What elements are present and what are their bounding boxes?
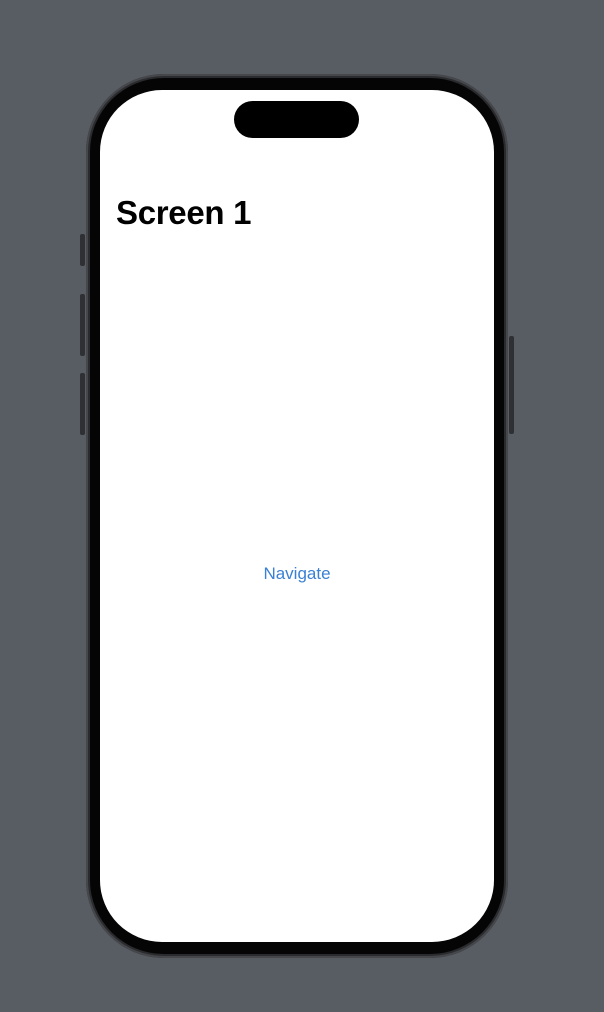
volume-up-button[interactable] (80, 294, 85, 356)
navigate-button[interactable]: Navigate (100, 562, 494, 586)
action-button[interactable] (80, 234, 85, 266)
volume-down-button[interactable] (80, 373, 85, 435)
dynamic-island (234, 101, 359, 138)
simulator-stage: Screen 1 Navigate (0, 0, 604, 1012)
navigation-title: Screen 1 (116, 194, 252, 231)
power-button[interactable] (509, 336, 514, 434)
phone-screen: Screen 1 Navigate (100, 90, 494, 942)
